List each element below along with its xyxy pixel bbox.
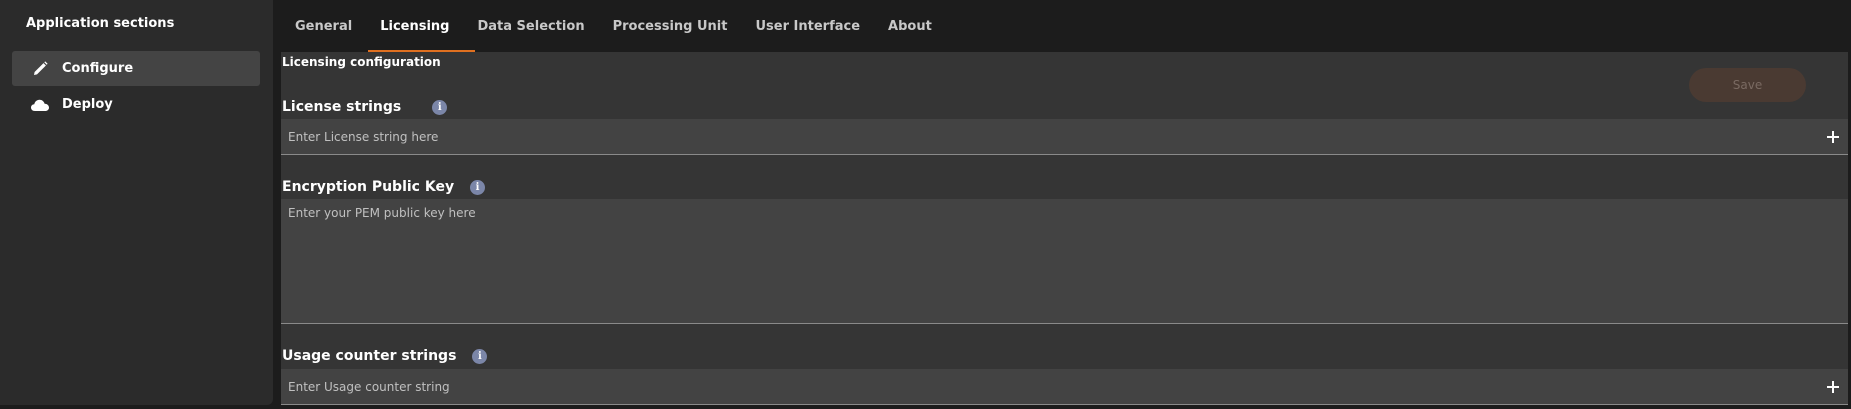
cloud-icon [30, 95, 50, 115]
save-button[interactable]: Save [1689, 68, 1806, 102]
tab-data-selection[interactable]: Data Selection [463, 0, 598, 52]
licensing-panel: Licensing configuration Save License str… [281, 52, 1848, 405]
app-window: Application sections Configure Deploy Ge… [0, 0, 1851, 409]
usage-counter-input[interactable] [281, 378, 1818, 395]
tab-general[interactable]: General [281, 0, 366, 52]
sidebar-title: Application sections [26, 16, 175, 31]
sidebar-item-deploy[interactable]: Deploy [12, 87, 260, 122]
license-string-row [281, 119, 1848, 155]
pencil-icon [30, 59, 50, 79]
info-icon[interactable]: i [472, 348, 488, 364]
tab-processing-unit[interactable]: Processing Unit [599, 0, 742, 52]
encryption-key-label-text: Encryption Public Key [282, 179, 455, 195]
info-icon[interactable]: i [432, 99, 448, 115]
tab-bar: General Licensing Data Selection Process… [281, 0, 946, 52]
encryption-key-label: Encryption Public Key i [282, 179, 486, 195]
tab-about[interactable]: About [874, 0, 946, 52]
sidebar-item-configure[interactable]: Configure [12, 51, 260, 86]
sidebar: Application sections Configure Deploy [0, 0, 273, 405]
sidebar-item-label: Configure [62, 61, 134, 76]
usage-counter-row [281, 369, 1848, 405]
license-string-input[interactable] [281, 128, 1818, 145]
usage-counter-label-text: Usage counter strings [282, 348, 457, 364]
section-heading: Licensing configuration [282, 55, 441, 69]
add-license-string-icon[interactable] [1818, 130, 1848, 143]
sidebar-item-label: Deploy [62, 97, 113, 112]
encryption-key-box [281, 199, 1848, 324]
usage-counter-label: Usage counter strings i [282, 348, 488, 364]
license-strings-label: License strings i [282, 99, 448, 115]
tab-licensing[interactable]: Licensing [366, 0, 476, 52]
add-usage-counter-icon[interactable] [1818, 380, 1848, 393]
license-strings-label-text: License strings [282, 99, 402, 115]
info-icon[interactable]: i [470, 179, 486, 195]
encryption-key-textarea[interactable] [281, 199, 1848, 323]
tab-user-interface[interactable]: User Interface [741, 0, 874, 52]
